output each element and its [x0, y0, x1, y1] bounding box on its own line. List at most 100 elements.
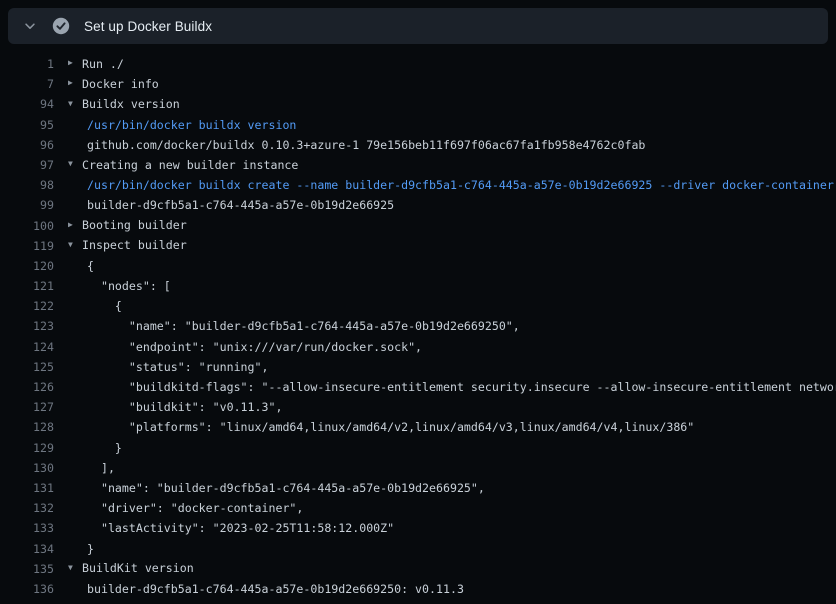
log-line-text: "lastActivity": "2023-02-25T11:58:12.000… [87, 521, 394, 535]
log-line-text: } [87, 441, 122, 455]
log-text: /usr/bin/docker buildx version [54, 115, 296, 135]
log-line: 96 github.com/docker/buildx 0.10.3+azure-… [0, 135, 836, 155]
line-number[interactable]: 99 [0, 195, 54, 215]
log-line: 128 "platforms": "linux/amd64,linux/amd6… [0, 417, 836, 437]
line-number[interactable]: 122 [0, 296, 54, 316]
log-group-header[interactable]: ▼Buildx version [54, 94, 180, 115]
log-text: } [54, 438, 122, 458]
line-number[interactable]: 125 [0, 357, 54, 377]
log-line: 98/usr/bin/docker buildx create --name b… [0, 175, 836, 195]
log-line: 136 builder-d9cfb5a1-c764-445a-a57e-0b19d… [0, 579, 836, 599]
line-number[interactable]: 7 [0, 74, 54, 94]
line-number[interactable]: 136 [0, 579, 54, 599]
log-text: github.com/docker/buildx 0.10.3+azure-1 … [54, 135, 645, 155]
line-number[interactable]: 132 [0, 498, 54, 518]
group-collapse-icon[interactable]: ▼ [68, 94, 82, 114]
line-number[interactable]: 94 [0, 94, 54, 114]
line-number[interactable]: 100 [0, 216, 54, 236]
log-line: 94▼Buildx version [0, 94, 836, 114]
log-line: 95/usr/bin/docker buildx version [0, 115, 836, 135]
group-expand-icon[interactable]: ▶ [68, 54, 82, 74]
log-text: ], [54, 458, 115, 478]
line-number[interactable]: 133 [0, 518, 54, 538]
log-line-text: { [87, 259, 94, 273]
line-number[interactable]: 127 [0, 397, 54, 417]
log-group-header[interactable]: ▶Run ./ [54, 54, 124, 75]
log-line-text: /usr/bin/docker buildx create --name bui… [87, 178, 834, 192]
line-number[interactable]: 96 [0, 135, 54, 155]
group-collapse-icon[interactable]: ▼ [68, 558, 82, 578]
log-group-header[interactable]: ▼BuildKit version [54, 558, 194, 579]
line-number[interactable]: 119 [0, 236, 54, 256]
log-line: 131 "name": "builder-d9cfb5a1-c764-445a-… [0, 478, 836, 498]
line-number[interactable]: 128 [0, 417, 54, 437]
line-number[interactable]: 131 [0, 478, 54, 498]
log-line: 120 { [0, 256, 836, 276]
check-circle-icon [52, 17, 70, 35]
line-number[interactable]: 130 [0, 458, 54, 478]
line-number[interactable]: 129 [0, 438, 54, 458]
log-line-text: Creating a new builder instance [82, 158, 298, 172]
chevron-down-icon[interactable] [22, 18, 38, 34]
line-number[interactable]: 121 [0, 276, 54, 296]
log-text: /usr/bin/docker buildx create --name bui… [54, 175, 834, 195]
log-line: 129 } [0, 438, 836, 458]
log-line: 130 ], [0, 458, 836, 478]
log-text: "endpoint": "unix:///var/run/docker.sock… [54, 337, 422, 357]
log-line-text: "buildkitd-flags": "--allow-insecure-ent… [87, 380, 836, 394]
line-number[interactable]: 123 [0, 316, 54, 336]
log-line-text: Run ./ [82, 57, 124, 71]
log-text: "status": "running", [54, 357, 268, 377]
log-group-header[interactable]: ▶Booting builder [54, 215, 187, 236]
log-group-header[interactable]: ▶Docker info [54, 74, 159, 95]
step-title: Set up Docker Buildx [84, 19, 212, 34]
log-line-text: "name": "builder-d9cfb5a1-c764-445a-a57e… [87, 481, 485, 495]
log-line: 127 "buildkit": "v0.11.3", [0, 397, 836, 417]
log-line-text: github.com/docker/buildx 0.10.3+azure-1 … [87, 138, 645, 152]
log-group-header[interactable]: ▼Creating a new builder instance [54, 155, 298, 176]
log-line: 133 "lastActivity": "2023-02-25T11:58:12… [0, 518, 836, 538]
log-line-text: builder-d9cfb5a1-c764-445a-a57e-0b19d2e6… [87, 582, 464, 596]
log-line-text: "endpoint": "unix:///var/run/docker.sock… [87, 340, 422, 354]
log-line: 132 "driver": "docker-container", [0, 498, 836, 518]
log-line: 125 "status": "running", [0, 357, 836, 377]
log-text: { [54, 256, 94, 276]
log-text: "name": "builder-d9cfb5a1-c764-445a-a57e… [54, 478, 485, 498]
line-number[interactable]: 126 [0, 377, 54, 397]
log-line-text: "status": "running", [87, 360, 268, 374]
group-expand-icon[interactable]: ▶ [68, 215, 82, 235]
log-text: "driver": "docker-container", [54, 498, 303, 518]
log-line: 123 "name": "builder-d9cfb5a1-c764-445a-… [0, 316, 836, 336]
log-line: 99builder-d9cfb5a1-c764-445a-a57e-0b19d2… [0, 195, 836, 215]
log-text: "nodes": [ [54, 276, 171, 296]
line-number[interactable]: 134 [0, 539, 54, 559]
line-number[interactable]: 120 [0, 256, 54, 276]
log-line: 135▼BuildKit version [0, 559, 836, 579]
group-collapse-icon[interactable]: ▼ [68, 235, 82, 255]
log-text: "lastActivity": "2023-02-25T11:58:12.000… [54, 518, 394, 538]
step-header[interactable]: Set up Docker Buildx [8, 8, 828, 44]
log-line-text: } [87, 542, 94, 556]
log-line: 121 "nodes": [ [0, 276, 836, 296]
log-text: builder-d9cfb5a1-c764-445a-a57e-0b19d2e6… [54, 195, 394, 215]
line-number[interactable]: 97 [0, 155, 54, 175]
log-text: builder-d9cfb5a1-c764-445a-a57e-0b19d2e6… [54, 579, 464, 599]
log-line-text: "name": "builder-d9cfb5a1-c764-445a-a57e… [87, 319, 520, 333]
log-line-text: "platforms": "linux/amd64,linux/amd64/v2… [87, 420, 694, 434]
log-group-header[interactable]: ▼Inspect builder [54, 235, 187, 256]
log-text: "platforms": "linux/amd64,linux/amd64/v2… [54, 417, 694, 437]
log-line: 134} [0, 539, 836, 559]
group-collapse-icon[interactable]: ▼ [68, 155, 82, 175]
log-line: 124 "endpoint": "unix:///var/run/docker.… [0, 337, 836, 357]
line-number[interactable]: 98 [0, 175, 54, 195]
log-line-text: Booting builder [82, 218, 187, 232]
line-number[interactable]: 135 [0, 559, 54, 579]
log-line-text: BuildKit version [82, 561, 194, 575]
line-number[interactable]: 124 [0, 337, 54, 357]
line-number[interactable]: 1 [0, 54, 54, 74]
log-line: 1▶Run ./ [0, 54, 836, 74]
log-line: 7▶Docker info [0, 74, 836, 94]
line-number[interactable]: 95 [0, 115, 54, 135]
group-expand-icon[interactable]: ▶ [68, 74, 82, 94]
log-line-text: "driver": "docker-container", [87, 501, 303, 515]
